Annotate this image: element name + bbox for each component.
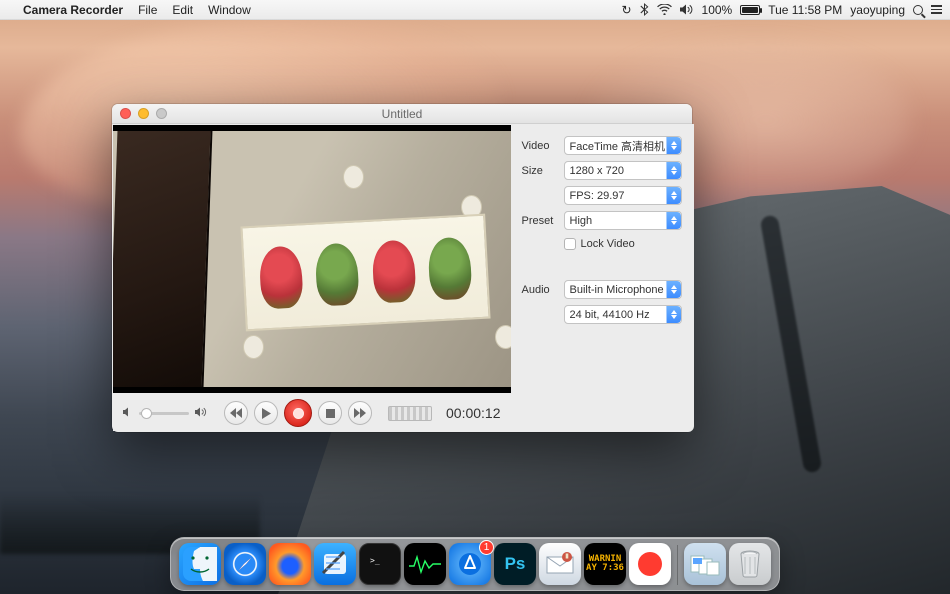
fps-popup[interactable]: FPS: 29.97 [564, 186, 683, 205]
dock-camera-recorder[interactable] [629, 543, 671, 585]
app-store-badge: 1 [479, 540, 494, 555]
lock-video-checkbox[interactable] [564, 238, 576, 250]
window-close-button[interactable] [120, 108, 131, 119]
window-title: Untitled [382, 107, 423, 121]
window-minimize-button[interactable] [138, 108, 149, 119]
video-label: Video [522, 140, 558, 152]
menu-window[interactable]: Window [208, 3, 251, 17]
stop-button[interactable] [318, 401, 342, 425]
fast-forward-button[interactable] [348, 401, 372, 425]
size-label: Size [522, 165, 558, 177]
bluetooth-icon[interactable] [640, 3, 649, 16]
volume-slider[interactable] [139, 412, 189, 415]
rewind-button[interactable] [224, 401, 248, 425]
level-meter [388, 406, 432, 421]
spotlight-icon[interactable] [913, 5, 923, 15]
size-popup[interactable]: 1280 x 720 [564, 161, 683, 180]
window-titlebar[interactable]: Untitled [112, 104, 692, 124]
camera-recorder-window: Untitled [112, 104, 692, 432]
menu-file[interactable]: File [138, 3, 157, 17]
volume-min-icon [123, 406, 133, 420]
dock-trash[interactable] [729, 543, 771, 585]
lock-video-label: Lock Video [581, 238, 635, 250]
volume-max-icon [195, 406, 208, 420]
dock-safari[interactable] [224, 543, 266, 585]
system-menubar: Camera Recorder File Edit Window ↻ 100% … [0, 0, 950, 20]
dock-mail[interactable] [539, 543, 581, 585]
dock: >_ 1 Ps WARNINAY 7:36 [170, 537, 780, 591]
app-name[interactable]: Camera Recorder [23, 3, 123, 17]
preset-label: Preset [522, 215, 558, 227]
dock-terminal[interactable]: >_ [359, 543, 401, 585]
timemachine-icon[interactable]: ↻ [621, 3, 631, 17]
transport-controls: 00:00:12 [113, 395, 511, 431]
dock-photoshop[interactable]: Ps [494, 543, 536, 585]
settings-panel: Video FaceTime 高清相机… Size 1280 x 720 FPS… [512, 124, 695, 432]
volume-icon[interactable] [680, 4, 694, 15]
clock[interactable]: Tue 11:58 PM [768, 3, 842, 17]
audio-source-popup[interactable]: Built-in Microphone [564, 280, 683, 299]
dock-finder[interactable] [179, 543, 221, 585]
user-name[interactable]: yaoyuping [850, 3, 905, 17]
dock-xcode[interactable] [314, 543, 356, 585]
menu-edit[interactable]: Edit [172, 3, 193, 17]
elapsed-time: 00:00:12 [446, 405, 501, 421]
wifi-icon[interactable] [657, 4, 672, 15]
audio-format-popup[interactable]: 24 bit, 44100 Hz [564, 305, 683, 324]
preset-popup[interactable]: High [564, 211, 683, 230]
window-zoom-button[interactable] [156, 108, 167, 119]
record-button[interactable] [284, 399, 312, 427]
dock-console[interactable]: WARNINAY 7:36 [584, 543, 626, 585]
audio-label: Audio [522, 284, 558, 296]
notification-center-icon[interactable] [931, 5, 942, 14]
play-button[interactable] [254, 401, 278, 425]
dock-app-store[interactable]: 1 [449, 543, 491, 585]
dock-activity-monitor[interactable] [404, 543, 446, 585]
battery-icon[interactable] [740, 5, 760, 15]
battery-percentage: 100% [702, 3, 733, 17]
svg-text:>_: >_ [370, 556, 380, 565]
video-source-popup[interactable]: FaceTime 高清相机… [564, 136, 683, 155]
dock-firefox[interactable] [269, 543, 311, 585]
dock-recent-folder[interactable] [684, 543, 726, 585]
video-preview [113, 125, 511, 393]
dock-divider [677, 545, 678, 585]
